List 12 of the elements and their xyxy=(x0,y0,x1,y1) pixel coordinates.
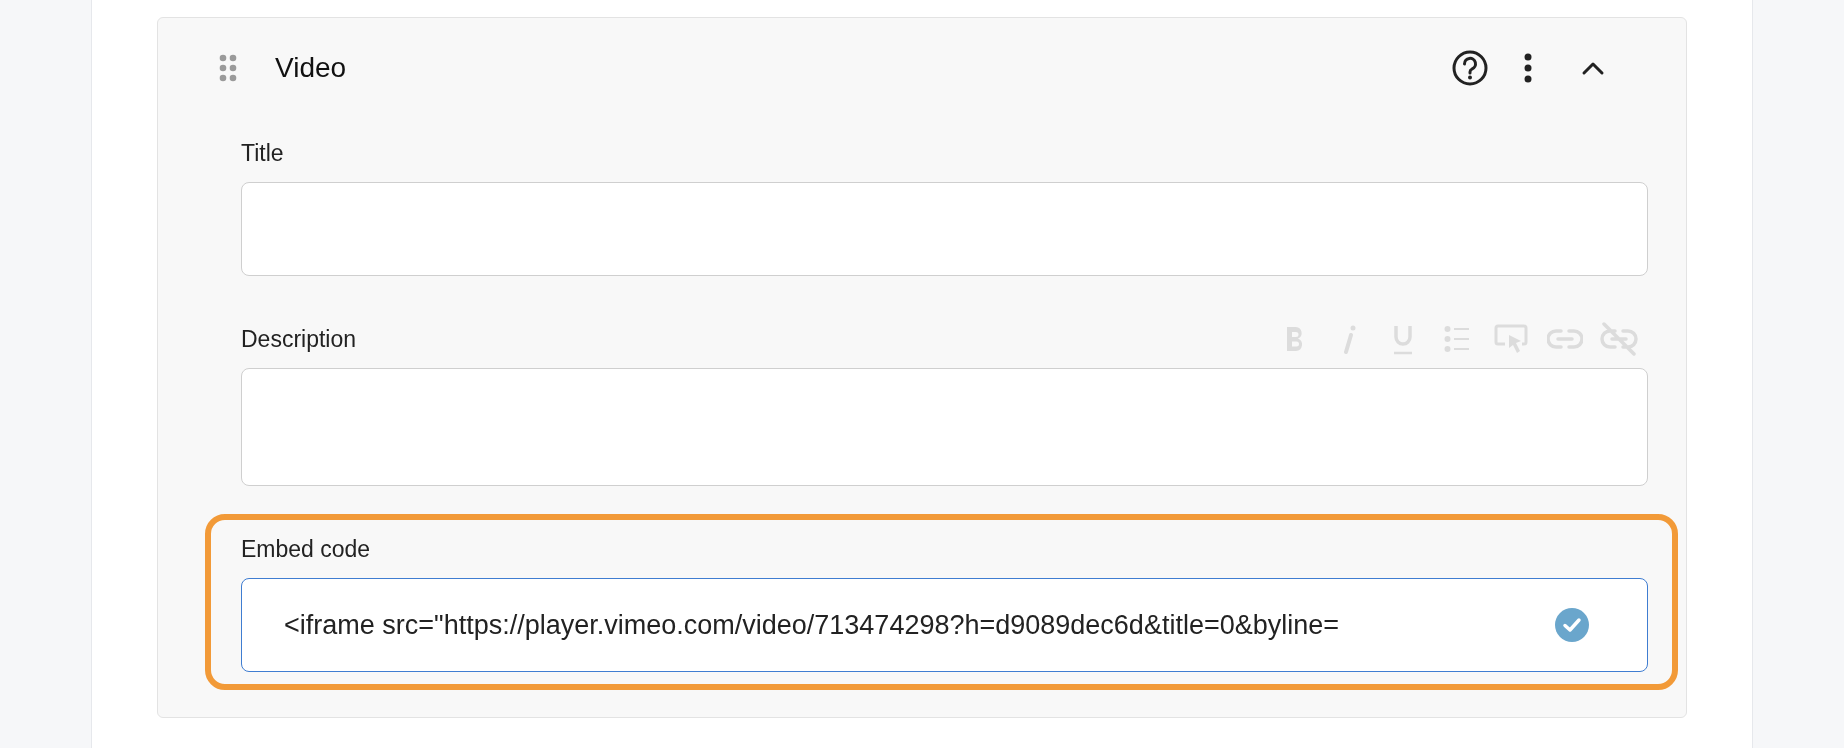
collapse-chevron-icon[interactable] xyxy=(1581,60,1605,76)
field-label: Embed code xyxy=(241,535,372,563)
drag-handle-icon[interactable] xyxy=(219,54,237,82)
field-label: Title xyxy=(241,139,285,167)
title-field[interactable] xyxy=(241,182,1648,276)
embed-code-field[interactable]: <iframe src="https://player.vimeo.com/video/713474298?h=d9089dec6d&title=0&byline= xyxy=(241,578,1648,672)
field-value: <iframe src="https://player.vimeo.com/video/713474298?h=d9089dec6d&title=0&byline= xyxy=(284,609,1341,641)
field-label: Description xyxy=(241,325,358,353)
help-icon[interactable] xyxy=(1451,49,1489,87)
block-title: Video xyxy=(275,52,347,84)
description-field[interactable] xyxy=(241,368,1648,486)
more-options-icon[interactable] xyxy=(1523,52,1533,84)
